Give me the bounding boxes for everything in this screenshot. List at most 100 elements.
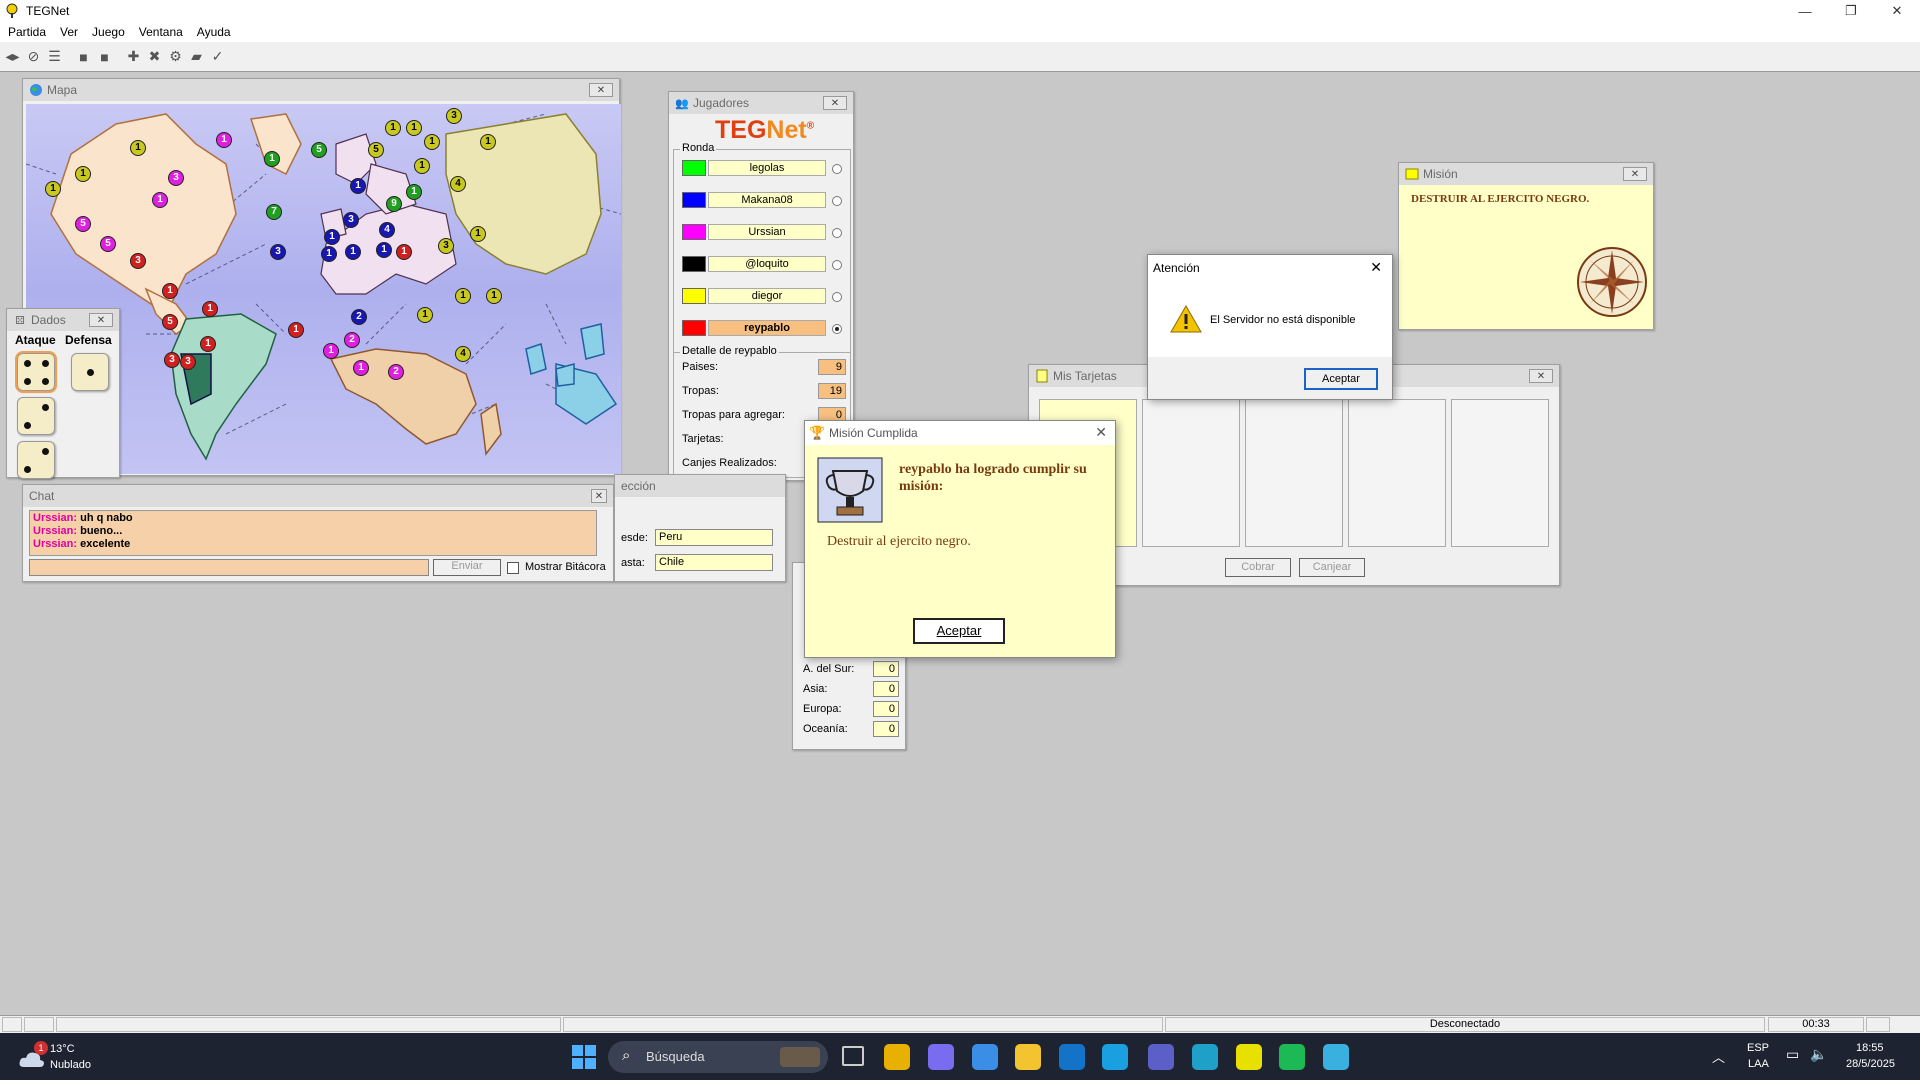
player-row[interactable]: Urssian	[682, 222, 842, 242]
menu-ventana[interactable]: Ventana	[139, 25, 183, 39]
mission-done-titlebar[interactable]: 🏆 Misión Cumplida ✕	[805, 421, 1115, 445]
army-marker[interactable]: 9	[386, 196, 402, 212]
taskview-icon[interactable]	[842, 1046, 864, 1066]
check-icon[interactable]: ✓	[207, 46, 228, 68]
maximize-button[interactable]: ❐	[1828, 0, 1874, 22]
player-row[interactable]: reypablo	[682, 318, 842, 338]
selection-window-titlebar[interactable]: ección	[615, 475, 785, 497]
card-slot-4[interactable]	[1348, 399, 1446, 547]
army-marker[interactable]: 1	[288, 322, 304, 338]
army-marker[interactable]: 1	[345, 244, 361, 260]
mission-close-button[interactable]: ✕	[1623, 167, 1647, 181]
box2-icon[interactable]: ■	[94, 46, 115, 68]
army-marker[interactable]: 4	[450, 176, 466, 192]
collect-button[interactable]: Cobrar	[1225, 558, 1291, 577]
from-field[interactable]: Peru	[655, 529, 773, 546]
player-row[interactable]: legolas	[682, 158, 842, 178]
player-turn-radio[interactable]	[832, 164, 842, 174]
refresh-icon[interactable]	[1866, 1017, 1890, 1032]
menu-ver[interactable]: Ver	[60, 25, 78, 39]
dice-window-titlebar[interactable]: ⚄ Dados ✕	[7, 309, 119, 331]
mission-done-close-button[interactable]: ✕	[1095, 424, 1107, 441]
search-box[interactable]: ⌕ Búsqueda	[608, 1041, 828, 1073]
trade-button[interactable]: Canjear	[1299, 558, 1365, 577]
army-marker[interactable]: 3	[168, 170, 184, 186]
army-marker[interactable]: 1	[414, 158, 430, 174]
menu-juego[interactable]: Juego	[92, 25, 125, 39]
mission-done-ok-button[interactable]: Aceptar	[913, 618, 1005, 644]
army-marker[interactable]: 1	[424, 134, 440, 150]
app-arrow-icon[interactable]	[1102, 1044, 1128, 1070]
disconnect-icon[interactable]: ⊘	[23, 46, 44, 68]
army-marker[interactable]: 1	[350, 178, 366, 194]
army-marker[interactable]: 1	[324, 229, 340, 245]
card-icon[interactable]: ▰	[186, 46, 207, 68]
army-marker[interactable]: 1	[470, 226, 486, 242]
minimize-button[interactable]: —	[1782, 0, 1828, 22]
players-close-button[interactable]: ✕	[823, 96, 847, 110]
edge-icon[interactable]	[1192, 1044, 1218, 1070]
card-slot-2[interactable]	[1142, 399, 1240, 547]
player-row[interactable]: diegor	[682, 286, 842, 306]
player-turn-radio[interactable]	[832, 324, 842, 334]
store-icon[interactable]	[972, 1044, 998, 1070]
army-marker[interactable]: 5	[368, 142, 384, 158]
card-slot-5[interactable]	[1451, 399, 1549, 547]
army-marker[interactable]: 1	[455, 288, 471, 304]
attention-close-button[interactable]: ✕	[1370, 259, 1382, 276]
menu-ayuda[interactable]: Ayuda	[197, 25, 231, 39]
army-marker[interactable]: 3	[438, 238, 454, 254]
player-turn-radio[interactable]	[832, 196, 842, 206]
army-marker[interactable]: 2	[344, 332, 360, 348]
army-marker[interactable]: 1	[130, 140, 146, 156]
connect-icon[interactable]: ◂▸	[2, 46, 23, 68]
gear-icon[interactable]: ⚙	[165, 46, 186, 68]
army-marker[interactable]: 4	[379, 222, 395, 238]
army-marker[interactable]: 3	[270, 244, 286, 260]
army-marker[interactable]: 1	[321, 246, 337, 262]
army-marker[interactable]: 1	[406, 120, 422, 136]
player-turn-radio[interactable]	[832, 292, 842, 302]
army-marker[interactable]: 1	[323, 343, 339, 359]
attention-ok-button[interactable]: Aceptar	[1304, 368, 1378, 390]
army-marker[interactable]: 1	[406, 184, 422, 200]
attention-titlebar[interactable]: Atención ✕	[1148, 255, 1392, 281]
army-marker[interactable]: 3	[343, 212, 359, 228]
army-marker[interactable]: 1	[385, 120, 401, 136]
cards-close-button[interactable]: ✕	[1529, 369, 1553, 383]
army-marker[interactable]: 1	[200, 336, 216, 352]
lang-top[interactable]: ESP	[1747, 1042, 1769, 1054]
dice-close-button[interactable]: ✕	[89, 313, 113, 327]
chat-log[interactable]: Urssian: uh q nabo Urssian: bueno... Urssi…	[29, 510, 597, 556]
clock-date[interactable]: 28/5/2025	[1846, 1058, 1895, 1070]
copilot-icon[interactable]	[928, 1044, 954, 1070]
player-row[interactable]: @loquito	[682, 254, 842, 274]
outlook-icon[interactable]	[1059, 1044, 1085, 1070]
files-icon[interactable]	[1015, 1044, 1041, 1070]
show-log-checkbox[interactable]	[507, 562, 519, 574]
weather-widget[interactable]: 1 13°C Nublado	[16, 1039, 136, 1075]
army-marker[interactable]: 3	[130, 253, 146, 269]
army-marker[interactable]: 1	[45, 181, 61, 197]
map-close-button[interactable]: ✕	[589, 83, 613, 97]
chat-close-button[interactable]: ✕	[591, 489, 607, 503]
player-turn-radio[interactable]	[832, 260, 842, 270]
tray-chevron-icon[interactable]: ︿	[1712, 1047, 1725, 1066]
army-marker[interactable]: 1	[417, 307, 433, 323]
lang-bottom[interactable]: LAA	[1748, 1058, 1769, 1070]
map-window-titlebar[interactable]: Mapa ✕	[23, 79, 619, 101]
army-marker[interactable]: 5	[311, 142, 327, 158]
players-window-titlebar[interactable]: 👥 Jugadores ✕	[669, 92, 853, 114]
network-icon[interactable]: ▭	[1786, 1046, 1799, 1063]
box1-icon[interactable]: ■	[73, 46, 94, 68]
list-icon[interactable]: ☰	[44, 46, 65, 68]
army-marker[interactable]: 4	[455, 346, 471, 362]
clock-time[interactable]: 18:55	[1856, 1042, 1884, 1054]
volume-icon[interactable]: 🔈	[1810, 1046, 1827, 1063]
army-marker[interactable]: 3	[446, 108, 462, 124]
army-marker[interactable]: 1	[75, 166, 91, 182]
chrome-icon[interactable]	[884, 1044, 910, 1070]
army-marker[interactable]: 1	[202, 301, 218, 317]
army-marker[interactable]: 1	[216, 132, 232, 148]
army-marker[interactable]: 2	[351, 309, 367, 325]
